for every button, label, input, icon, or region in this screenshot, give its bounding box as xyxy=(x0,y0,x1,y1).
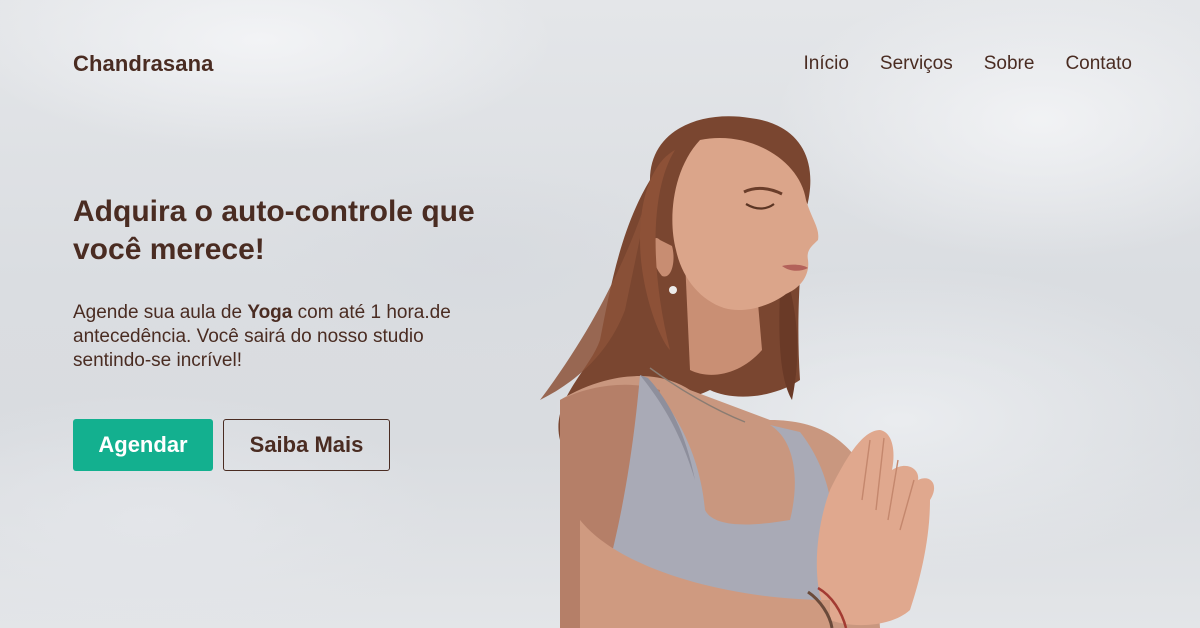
brand-logo[interactable]: Chandrasana xyxy=(73,51,213,77)
hero-headline: Adquira o auto-controle que você merece! xyxy=(73,195,475,266)
learn-more-button[interactable]: Saiba Mais xyxy=(223,419,390,471)
schedule-button[interactable]: Agendar xyxy=(73,419,213,471)
hero-section: Adquira o auto-controle que você merece!… xyxy=(73,193,503,471)
nav-link-contato[interactable]: Contato xyxy=(1065,53,1132,75)
hero-subtext: Agende sua aula de Yoga com até 1 hora.d… xyxy=(73,301,473,373)
main-nav: Início Serviços Sobre Contato xyxy=(803,53,1132,75)
nav-link-sobre[interactable]: Sobre xyxy=(984,53,1035,75)
site-header: Chandrasana Início Serviços Sobre Contat… xyxy=(73,46,1132,82)
hero-subtext-emphasis: Yoga xyxy=(247,302,293,323)
nav-link-inicio[interactable]: Início xyxy=(803,53,848,75)
hero-image xyxy=(540,116,935,628)
hero-subtext-before: Agende sua aula de xyxy=(73,302,248,323)
hero-actions: Agendar Saiba Mais xyxy=(73,419,503,471)
nav-link-servicos[interactable]: Serviços xyxy=(880,53,953,75)
